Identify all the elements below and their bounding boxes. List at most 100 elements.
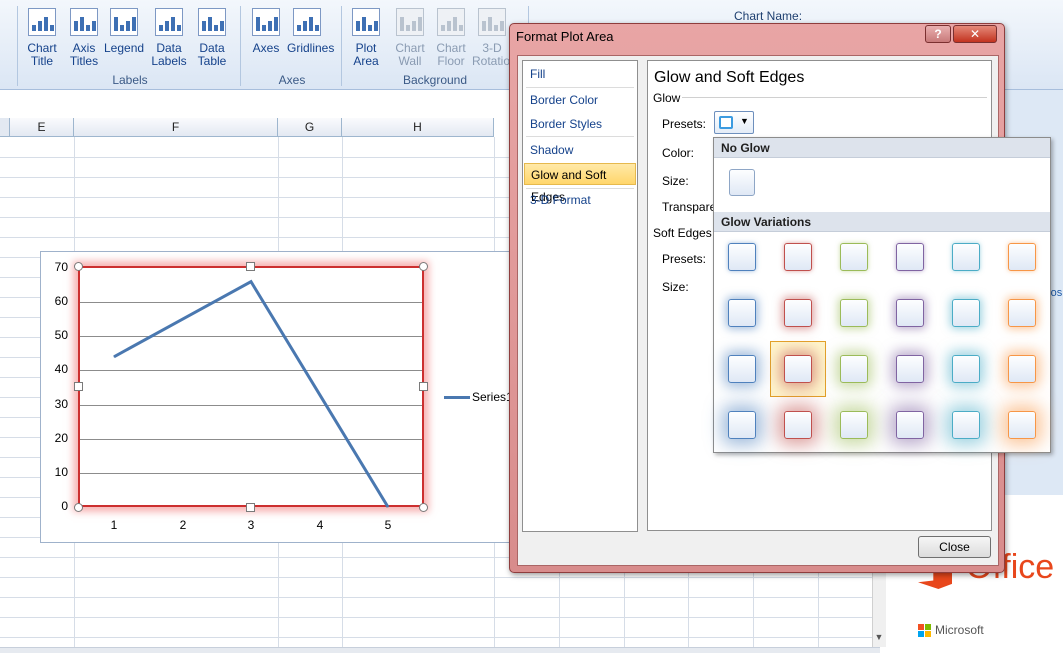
nav-divider	[526, 188, 634, 189]
soft-edges-presets-label: Presets:	[662, 252, 707, 266]
glow-variation-swatch[interactable]	[840, 411, 868, 439]
chart-name-label: Chart Name:	[734, 9, 803, 23]
glow-presets-gallery	[713, 137, 1051, 453]
nav-shadow[interactable]: Shadow	[524, 139, 636, 161]
glow-variation-swatch[interactable]	[952, 411, 980, 439]
glow-variation-swatch[interactable]	[896, 299, 924, 327]
close-x-button[interactable]: ✕	[953, 25, 997, 43]
legend-icon	[110, 8, 138, 36]
legend-series1[interactable]: Series1	[472, 390, 513, 404]
plot-area-resize-handle[interactable]	[419, 382, 428, 391]
column-header-f[interactable]: F	[74, 118, 278, 137]
axes-icon	[252, 8, 280, 36]
legend-line-icon	[444, 396, 470, 399]
glow-variation-swatch[interactable]	[840, 355, 868, 383]
chart-title-label: Chart Title	[27, 41, 57, 68]
column-header-e[interactable]: E	[10, 118, 74, 137]
glow-variation-swatch[interactable]	[896, 355, 924, 383]
glow-variation-swatch[interactable]	[1008, 243, 1036, 271]
soft-edges-size-label: Size:	[662, 280, 689, 294]
glow-variation-swatch[interactable]	[784, 355, 812, 383]
data-labels-icon	[155, 8, 183, 36]
chart-gridline	[80, 439, 422, 440]
glow-variation-swatch[interactable]	[952, 355, 980, 383]
sheet-row-line	[0, 617, 880, 618]
glow-section-label: Glow	[653, 91, 681, 105]
nav-divider	[526, 87, 634, 88]
glow-presets-dropdown[interactable]: ▼	[714, 111, 754, 134]
glow-variation-swatch[interactable]	[1008, 299, 1036, 327]
ribbon-gridlines-button[interactable]: Gridlines	[287, 8, 334, 72]
chart-wall-icon	[396, 8, 424, 36]
plot-area-resize-handle[interactable]	[74, 503, 83, 512]
x-tick-label: 5	[384, 518, 392, 532]
glow-color-label: Color:	[662, 146, 695, 160]
sheet-row-line	[0, 597, 880, 598]
close-button[interactable]: Close	[918, 536, 991, 558]
y-tick-label: 50	[54, 328, 68, 342]
glow-variation-swatch[interactable]	[840, 243, 868, 271]
chart-wall-label: Chart Wall	[395, 41, 425, 68]
glow-variation-swatch[interactable]	[952, 299, 980, 327]
ribbon-data-table-button[interactable]: Data Table	[192, 8, 232, 72]
glow-variation-swatch[interactable]	[784, 299, 812, 327]
glow-variation-swatch[interactable]	[728, 299, 756, 327]
glow-variation-swatch[interactable]	[952, 243, 980, 271]
glow-variation-swatch[interactable]	[1008, 355, 1036, 383]
legend-label: Legend	[104, 41, 145, 55]
no-glow-swatch[interactable]	[729, 169, 755, 196]
ribbon-axes-button[interactable]: Axes	[246, 8, 286, 72]
group-background: Background	[402, 73, 468, 87]
y-tick-label: 60	[54, 294, 68, 308]
glow-variation-swatch[interactable]	[1008, 411, 1036, 439]
glow-variations-header: Glow Variations	[714, 212, 1050, 232]
nav-3-d-format[interactable]: 3-D Format	[524, 189, 636, 211]
plot-area-resize-handle[interactable]	[246, 262, 255, 271]
y-tick-label: 0	[61, 499, 68, 513]
plot-area-resize-handle[interactable]	[74, 262, 83, 271]
glow-variation-swatch[interactable]	[896, 411, 924, 439]
plot-area-label: Plot Area	[353, 41, 379, 68]
chart-gridline	[80, 473, 422, 474]
nav-border-color[interactable]: Border Color	[524, 89, 636, 111]
nav-fill[interactable]: Fill	[524, 63, 636, 85]
ribbon-chart-title-button[interactable]: Chart Title	[22, 8, 62, 72]
glow-variation-swatch[interactable]	[840, 299, 868, 327]
nav-divider	[526, 136, 634, 137]
glow-variation-swatch[interactable]	[896, 243, 924, 271]
group-axes: Axes	[278, 73, 306, 87]
y-tick-label: 30	[54, 397, 68, 411]
ribbon-axis-titles-button[interactable]: Axis Titles	[64, 8, 104, 72]
scroll-down-arrow-icon[interactable]: ▼	[874, 632, 884, 642]
microsoft-text: Microsoft	[935, 623, 984, 637]
horizontal-scrollbar[interactable]	[0, 647, 880, 653]
axis-titles-label: Axis Titles	[69, 41, 99, 68]
plot-area-resize-handle[interactable]	[246, 503, 255, 512]
column-header-h[interactable]: H	[342, 118, 494, 137]
y-tick-label: 20	[54, 431, 68, 445]
ribbon-data-labels-button[interactable]: Data Labels	[149, 8, 189, 72]
plot-area-resize-handle[interactable]	[419, 503, 428, 512]
axes-label: Axes	[252, 41, 280, 55]
ribbon-plot-area-button[interactable]: Plot Area	[346, 8, 386, 72]
nav-border-styles[interactable]: Border Styles	[524, 113, 636, 135]
plot-area-resize-handle[interactable]	[419, 262, 428, 271]
panel-heading: Glow and Soft Edges	[654, 69, 805, 86]
glow-presets-label: Presets:	[662, 117, 707, 131]
help-button[interactable]: ?	[925, 25, 951, 43]
data-table-icon	[198, 8, 226, 36]
plot-area-resize-handle[interactable]	[74, 382, 83, 391]
gridlines-icon	[293, 8, 321, 36]
glow-variation-swatch[interactable]	[728, 243, 756, 271]
glow-variation-swatch[interactable]	[728, 355, 756, 383]
ribbon-legend-button[interactable]: Legend	[104, 8, 144, 72]
column-header-g[interactable]: G	[278, 118, 342, 137]
glow-variation-swatch[interactable]	[784, 411, 812, 439]
chart-gridline	[80, 302, 422, 303]
sheet-row-line	[0, 577, 880, 578]
chart-title-icon	[28, 8, 56, 36]
glow-variation-swatch[interactable]	[784, 243, 812, 271]
x-tick-label: 2	[179, 518, 187, 532]
glow-variation-swatch[interactable]	[728, 411, 756, 439]
nav-glow-and-soft-edges[interactable]: Glow and Soft Edges	[524, 163, 636, 204]
